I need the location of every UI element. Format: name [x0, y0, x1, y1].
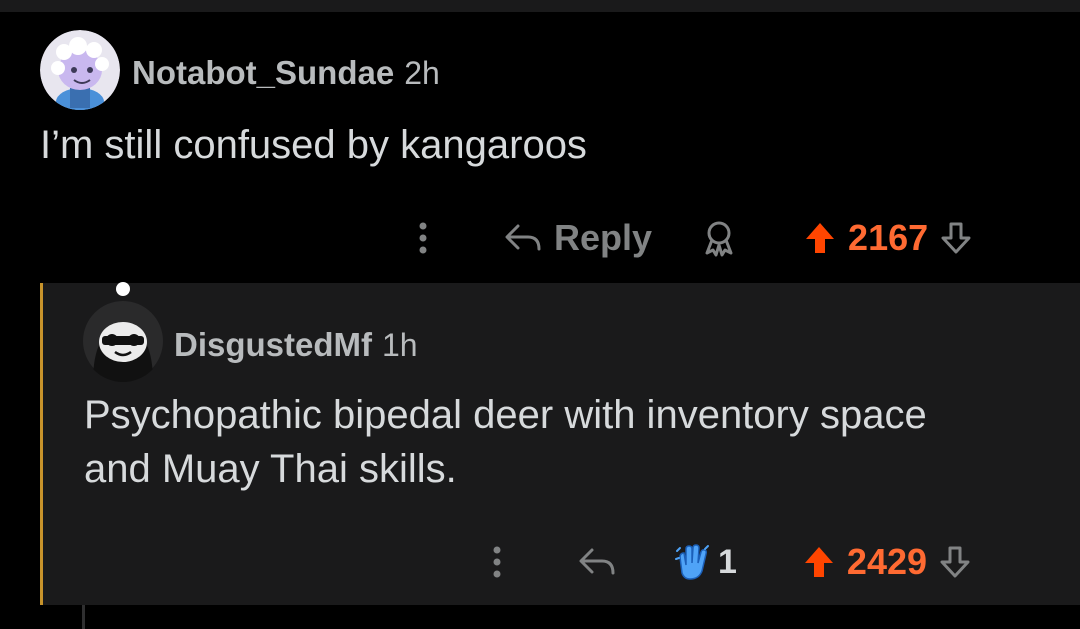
reply-label: Reply — [554, 217, 653, 258]
score: 2429 — [846, 541, 928, 582]
reply-arrow-icon — [579, 548, 615, 575]
timestamp: 2h — [404, 55, 440, 91]
award-button[interactable] — [700, 219, 738, 257]
award-count: 1 — [718, 542, 737, 581]
upvote-arrow-icon[interactable] — [803, 545, 835, 579]
more-vertical-icon — [419, 222, 427, 254]
reply-arrow-icon — [505, 224, 541, 251]
more-vertical-icon — [493, 546, 501, 578]
next-comment-area — [0, 605, 1080, 629]
score: 2167 — [848, 217, 929, 258]
upvote-arrow-icon[interactable] — [804, 221, 836, 255]
more-options-button[interactable] — [480, 545, 514, 579]
username[interactable]: Notabot_Sundae — [132, 54, 394, 92]
vote-controls: 2167 — [804, 217, 972, 259]
comment-body: I’m still confused by kangaroos — [40, 123, 587, 167]
comment-actions: Reply 2167 — [406, 212, 972, 264]
vote-controls: 2429 — [803, 541, 971, 583]
avatar[interactable] — [82, 300, 164, 382]
comment-actions: 1 2429 — [480, 536, 971, 588]
avatar[interactable] — [40, 30, 120, 110]
comment-meta: Notabot_Sundae 2h — [132, 54, 440, 92]
timestamp: 1h — [382, 327, 418, 363]
online-dot — [116, 282, 130, 296]
top-divider — [0, 0, 1080, 12]
clapping-hands-award-icon — [675, 544, 709, 580]
award-icon — [705, 221, 733, 257]
reply-button[interactable] — [578, 547, 616, 577]
username[interactable]: DisgustedMf — [174, 326, 372, 364]
comment-meta: DisgustedMf 1h — [174, 326, 418, 364]
thread-line[interactable] — [40, 283, 43, 605]
downvote-arrow-icon[interactable] — [939, 545, 971, 579]
thread-line[interactable] — [82, 605, 85, 629]
reply-button[interactable]: Reply — [504, 217, 652, 259]
award-button[interactable]: 1 — [674, 543, 737, 582]
more-options-button[interactable] — [406, 221, 440, 255]
comment-body: Psychopathic bipedal deer with inventory… — [84, 393, 927, 491]
downvote-arrow-icon[interactable] — [940, 221, 972, 255]
